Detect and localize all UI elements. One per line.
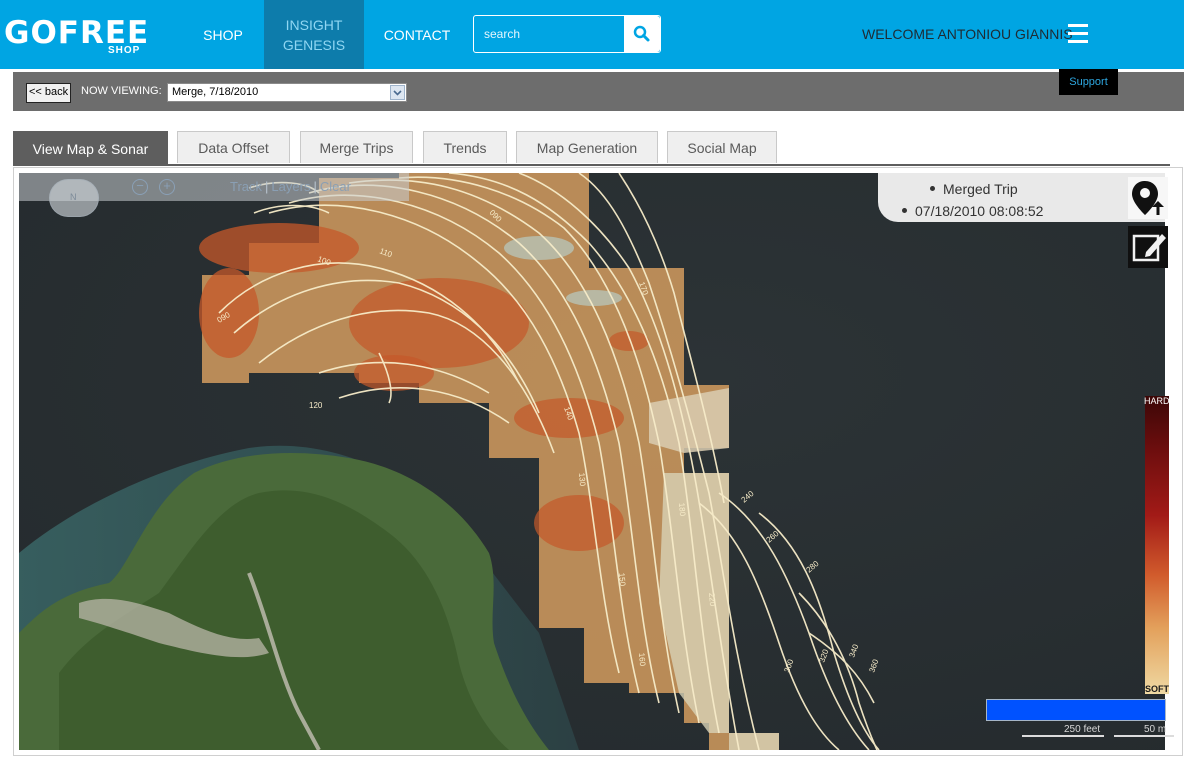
- zoom-out-icon[interactable]: −: [132, 179, 148, 195]
- contour-label: 150: [617, 572, 627, 587]
- nav-insight-genesis[interactable]: INSIGHT GENESIS: [264, 0, 364, 69]
- edit-icon: [1132, 234, 1166, 262]
- trip-datetime: 07/18/2010 08:08:52: [915, 203, 1044, 219]
- scale-meter-label: 50 m: [1144, 724, 1167, 735]
- search-input[interactable]: [474, 16, 624, 52]
- compass-north-label: N: [70, 192, 77, 202]
- hardness-patch: [609, 331, 649, 351]
- nav-contact[interactable]: CONTACT: [376, 0, 458, 69]
- trip-datetime-row: 07/18/2010 08:08:52: [902, 203, 1043, 219]
- logo-subtext: SHOP: [108, 45, 141, 56]
- toolbar-separator: |: [265, 179, 269, 194]
- tab-data-offset[interactable]: Data Offset: [177, 131, 290, 163]
- map-toolbar-links: Track | Layers | Clear: [230, 179, 351, 194]
- bullet-icon: [930, 185, 935, 191]
- tab-trends[interactable]: Trends: [423, 131, 507, 163]
- tab-bar: View Map & Sonar Data Offset Merge Trips…: [13, 131, 1183, 165]
- satellite-map[interactable]: 100 110 090 140 130 150 160 180 220 240 …: [19, 173, 1165, 750]
- trip-select[interactable]: Merge, 7/18/2010: [167, 83, 407, 102]
- nav-insight-line2: GENESIS: [282, 36, 346, 53]
- trip-select-value: Merge, 7/18/2010: [172, 86, 259, 98]
- map-pin-upload-icon: [1132, 181, 1164, 215]
- back-button[interactable]: << back: [26, 83, 72, 103]
- scale-feet-label: 250 feet: [1064, 724, 1101, 735]
- legend-soft-label: SOFT: [1145, 684, 1169, 694]
- top-navigation-bar: GOFREE SHOP SHOP INSIGHT GENESIS CONTACT…: [0, 0, 1184, 69]
- hardness-legend: [1144, 396, 1170, 694]
- contour-label: 220: [707, 592, 717, 607]
- compass-pan-control[interactable]: N: [49, 179, 99, 217]
- tab-map-generation[interactable]: Map Generation: [516, 131, 658, 163]
- support-button[interactable]: Support: [1059, 69, 1118, 95]
- contour-label: 180: [677, 502, 687, 517]
- map-toolbar: N − + Track | Layers | Clear: [19, 173, 409, 217]
- bullet-icon: [902, 207, 907, 213]
- now-viewing-bar: << back NOW VIEWING: Merge, 7/18/2010 Su…: [13, 69, 1184, 111]
- scale-bar: [986, 699, 1166, 721]
- tab-social-map[interactable]: Social Map: [667, 131, 777, 163]
- contour-label: 160: [637, 652, 647, 667]
- track-link[interactable]: Track: [230, 179, 262, 194]
- search-box: [473, 15, 661, 53]
- legend-hard-label: HARD: [1144, 396, 1170, 406]
- trip-title-row: Merged Trip: [930, 181, 1018, 197]
- nav-shop[interactable]: SHOP: [192, 0, 254, 69]
- location-pin-button[interactable]: [1128, 177, 1168, 219]
- zoom-in-icon[interactable]: +: [159, 179, 175, 195]
- nav-insight-line1: INSIGHT: [285, 16, 343, 33]
- edit-button[interactable]: [1128, 226, 1168, 268]
- tab-view-map-sonar[interactable]: View Map & Sonar: [13, 131, 168, 165]
- menu-icon[interactable]: [1068, 24, 1088, 44]
- tab-merge-trips[interactable]: Merge Trips: [300, 131, 413, 163]
- search-icon: [633, 25, 650, 42]
- layers-link[interactable]: Layers: [271, 179, 310, 194]
- tab-underline: [13, 164, 1170, 166]
- search-button[interactable]: [624, 16, 660, 52]
- contour-label: 120: [309, 401, 323, 410]
- hardness-patch: [199, 268, 259, 358]
- gofree-logo[interactable]: GOFREE SHOP: [4, 14, 149, 60]
- hardness-patch: [199, 223, 359, 273]
- clear-link[interactable]: Clear: [320, 179, 351, 194]
- chevron-down-icon[interactable]: [390, 85, 405, 100]
- map-canvas[interactable]: 100 110 090 140 130 150 160 180 220 240 …: [19, 173, 1165, 750]
- welcome-user-text: WELCOME ANTONIOU GIANNIS: [862, 26, 1073, 42]
- soft-patch: [566, 290, 622, 306]
- hardness-patch: [354, 355, 434, 391]
- toolbar-separator: |: [313, 179, 317, 194]
- trip-info-panel: Merged Trip 07/18/2010 08:08:52: [878, 173, 1165, 222]
- hardness-legend-gradient: [1145, 396, 1169, 694]
- trip-title: Merged Trip: [943, 181, 1018, 197]
- contour-label: 130: [577, 472, 587, 487]
- now-viewing-label: NOW VIEWING:: [81, 85, 162, 97]
